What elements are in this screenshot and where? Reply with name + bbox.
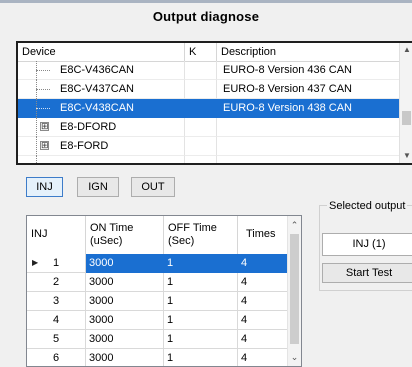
table-row[interactable]: 4 3000 1 4 <box>27 311 289 330</box>
inj-number: 4 <box>27 311 86 330</box>
device-description: EURO-8 Version 437 CAN <box>217 80 402 99</box>
device-grid[interactable]: Device K Description E8C-V436CAN EURO-8 … <box>16 41 412 165</box>
table-row[interactable]: 5 3000 1 4 <box>27 330 289 349</box>
injector-grid-scrollbar[interactable]: ⌃ ⌄ <box>287 216 301 366</box>
on-time-cell[interactable]: 3000 <box>86 292 164 311</box>
selected-output-label: Selected output <box>327 200 408 212</box>
table-row[interactable]: 6 3000 1 4 <box>27 349 289 366</box>
device-grid-scrollbar[interactable]: ▲ ▼ <box>399 43 412 163</box>
column-header-times[interactable]: Times <box>238 216 289 254</box>
device-k <box>185 118 217 137</box>
expand-icon[interactable]: ⊞ <box>40 141 49 150</box>
on-time-cell[interactable]: 3000 <box>86 330 164 349</box>
device-name: E8C-V438CAN <box>60 102 134 114</box>
off-time-cell[interactable]: 1 <box>164 273 238 292</box>
times-cell[interactable]: 4 <box>238 330 289 349</box>
selected-output-field[interactable]: INJ (1) <box>322 233 412 256</box>
page-title: Output diagnose <box>152 9 260 24</box>
column-header-device[interactable]: Device <box>18 43 185 61</box>
times-cell[interactable]: 4 <box>238 254 289 273</box>
device-row-selected[interactable]: E8C-V438CAN EURO-8 Version 438 CAN <box>18 99 412 118</box>
device-description <box>217 137 402 156</box>
column-header-off-time[interactable]: OFF Time (Sec) <box>164 216 238 254</box>
device-description: EURO-8 Version 438 CAN <box>217 99 402 118</box>
off-time-cell[interactable]: 1 <box>164 292 238 311</box>
column-header-on-time[interactable]: ON Time (uSec) <box>86 216 164 254</box>
off-time-cell[interactable]: 1 <box>164 349 238 366</box>
start-test-button[interactable]: Start Test <box>322 263 412 283</box>
device-row[interactable]: ⊞ E8-DFORD <box>18 118 412 137</box>
table-row-selected[interactable]: ▶ 1 3000 1 4 <box>27 254 289 273</box>
column-header-description[interactable]: Description <box>217 43 402 61</box>
device-name: E8C-V437CAN <box>60 83 134 95</box>
window-top-border <box>0 0 412 3</box>
device-name: E8C-V436CAN <box>60 64 134 76</box>
table-row[interactable]: 2 3000 1 4 <box>27 273 289 292</box>
chevron-down-icon[interactable]: ▼ <box>400 149 412 163</box>
device-k <box>185 80 217 99</box>
column-header-inj[interactable]: INJ <box>27 216 86 254</box>
times-cell[interactable]: 4 <box>238 349 289 366</box>
chevron-up-icon[interactable]: ▲ <box>400 43 412 57</box>
table-row[interactable]: 3 3000 1 4 <box>27 292 289 311</box>
on-time-cell[interactable]: 3000 <box>86 349 164 366</box>
column-header-k[interactable]: K <box>185 43 217 61</box>
chevron-down-icon[interactable]: ⌄ <box>288 350 301 364</box>
inj-number: 2 <box>27 273 86 292</box>
times-cell[interactable]: 4 <box>238 273 289 292</box>
device-name: E8-FORD <box>60 140 109 152</box>
on-time-cell[interactable]: 3000 <box>86 311 164 330</box>
device-description <box>217 118 402 137</box>
off-time-cell[interactable]: 1 <box>164 330 238 349</box>
off-time-cell[interactable]: 1 <box>164 254 238 273</box>
scrollbar-thumb[interactable] <box>290 234 299 344</box>
inj-number: 5 <box>27 330 86 349</box>
on-time-cell[interactable]: 3000 <box>86 254 164 273</box>
device-row[interactable]: E8C-V436CAN EURO-8 Version 436 CAN <box>18 61 412 80</box>
inj-button[interactable]: INJ <box>26 177 63 197</box>
inj-number: 6 <box>27 349 86 366</box>
device-description: EURO-8 Version 436 CAN <box>217 61 402 80</box>
off-time-cell[interactable]: 1 <box>164 311 238 330</box>
device-row[interactable] <box>18 156 412 163</box>
times-cell[interactable]: 4 <box>238 292 289 311</box>
device-k <box>185 137 217 156</box>
times-cell[interactable]: 4 <box>238 311 289 330</box>
inj-number: 3 <box>27 292 86 311</box>
device-k <box>185 61 217 80</box>
inj-number: 1 <box>52 257 60 269</box>
device-row[interactable]: E8C-V437CAN EURO-8 Version 437 CAN <box>18 80 412 99</box>
device-row[interactable]: ⊞ E8-FORD <box>18 137 412 156</box>
out-button[interactable]: OUT <box>131 177 175 197</box>
device-k <box>185 99 217 118</box>
injector-grid-header: INJ ON Time (uSec) OFF Time (Sec) Times <box>27 216 289 255</box>
on-time-cell[interactable]: 3000 <box>86 273 164 292</box>
row-pointer-icon: ▶ <box>32 258 39 267</box>
scrollbar-thumb[interactable] <box>402 111 411 125</box>
chevron-up-icon[interactable]: ⌃ <box>288 218 301 232</box>
device-name: E8-DFORD <box>60 121 117 133</box>
device-grid-header: Device K Description <box>18 43 412 62</box>
ign-button[interactable]: IGN <box>77 177 119 197</box>
expand-icon[interactable]: ⊞ <box>40 122 49 131</box>
injector-grid[interactable]: INJ ON Time (uSec) OFF Time (Sec) Times … <box>26 215 302 367</box>
